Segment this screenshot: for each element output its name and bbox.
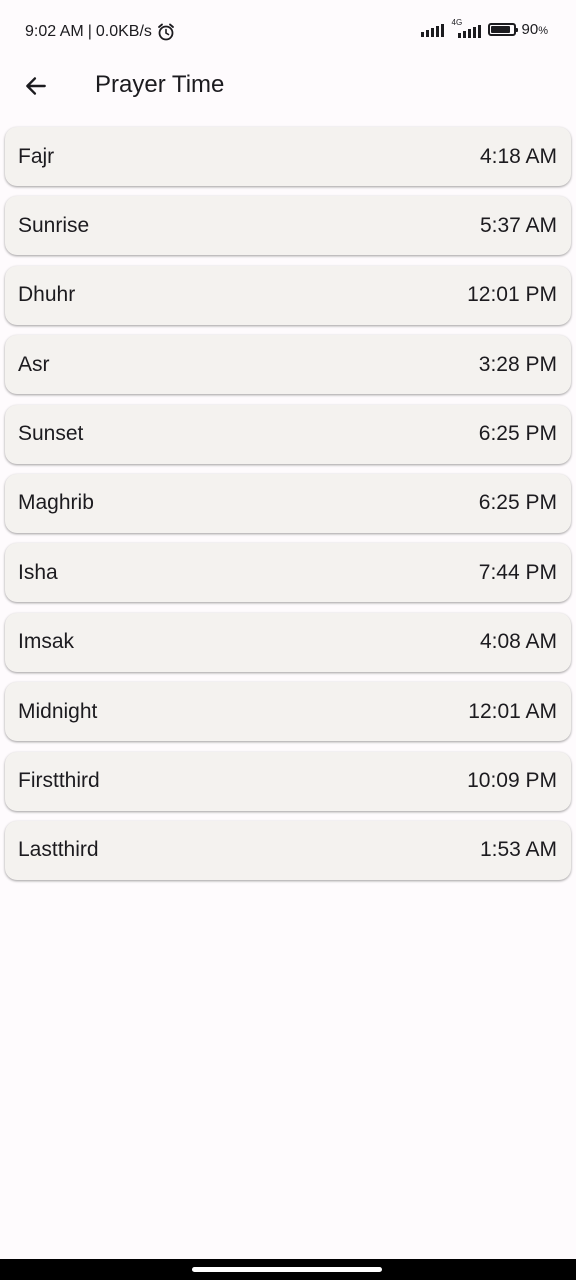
prayer-name: Maghrib <box>18 491 94 515</box>
status-time: 9:02 AM <box>25 23 84 40</box>
prayer-row[interactable]: Sunset 6:25 PM <box>5 404 571 464</box>
prayer-name: Asr <box>18 352 50 376</box>
prayer-time: 6:25 PM <box>478 491 557 515</box>
prayer-name: Sunrise <box>18 213 90 237</box>
status-bar: 9:02 AM | 0.0KB/s 4G 90% <box>0 0 576 64</box>
status-right: 4G 90% <box>420 18 548 38</box>
prayer-name: Midnight <box>18 699 98 723</box>
prayer-time: 5:37 AM <box>479 213 557 237</box>
prayer-row[interactable]: Imsak 4:08 AM <box>5 612 571 672</box>
signal-4g-icon: 4G <box>450 18 482 38</box>
prayer-row[interactable]: Maghrib 6:25 PM <box>5 473 571 533</box>
prayer-time: 3:28 PM <box>478 352 557 376</box>
prayer-row[interactable]: Midnight 12:01 AM <box>5 682 571 742</box>
page-title: Prayer Time <box>95 71 225 98</box>
prayer-name: Dhuhr <box>18 283 76 307</box>
prayer-name: Isha <box>18 560 58 584</box>
prayer-name: Fajr <box>18 144 55 168</box>
prayer-row[interactable]: Sunrise 5:37 AM <box>5 196 571 256</box>
alarm-icon <box>156 22 176 42</box>
prayer-name: Lastthird <box>18 838 99 862</box>
back-button[interactable] <box>16 66 56 106</box>
signal-icon <box>420 23 444 37</box>
prayer-name: Imsak <box>18 630 75 654</box>
network-speed: 0.0KB/s <box>95 23 152 40</box>
prayer-time: 12:01 AM <box>468 699 557 723</box>
prayer-name: Sunset <box>18 422 84 446</box>
prayer-time: 10:09 PM <box>467 769 557 793</box>
prayer-time: 1:53 AM <box>479 838 557 862</box>
prayer-row[interactable]: Isha 7:44 PM <box>5 543 571 603</box>
prayer-time: 4:18 AM <box>479 144 557 168</box>
home-indicator[interactable] <box>192 1267 382 1272</box>
prayer-time: 12:01 PM <box>467 283 557 307</box>
navigation-bar <box>0 1259 576 1280</box>
prayer-list: Fajr 4:18 AM Sunrise 5:37 AM Dhuhr 12:01 PM As… <box>5 127 571 890</box>
prayer-row[interactable]: Firstthird 10:09 PM <box>5 751 571 811</box>
status-separator: | <box>87 23 92 40</box>
app-bar: Prayer Time <box>0 58 576 114</box>
battery-icon <box>487 23 518 36</box>
prayer-name: Firstthird <box>18 769 100 793</box>
prayer-row[interactable]: Asr 3:28 PM <box>5 335 571 395</box>
arrow-left-icon <box>23 73 49 99</box>
status-left: 9:02 AM | 0.0KB/s <box>25 22 176 42</box>
battery-percentage: 90% <box>521 21 548 38</box>
prayer-time: 4:08 AM <box>479 630 557 654</box>
prayer-time: 7:44 PM <box>478 560 557 584</box>
prayer-row[interactable]: Lastthird 1:53 AM <box>5 820 571 880</box>
prayer-row[interactable]: Dhuhr 12:01 PM <box>5 265 571 325</box>
prayer-time: 6:25 PM <box>478 422 557 446</box>
prayer-row[interactable]: Fajr 4:18 AM <box>5 127 571 186</box>
